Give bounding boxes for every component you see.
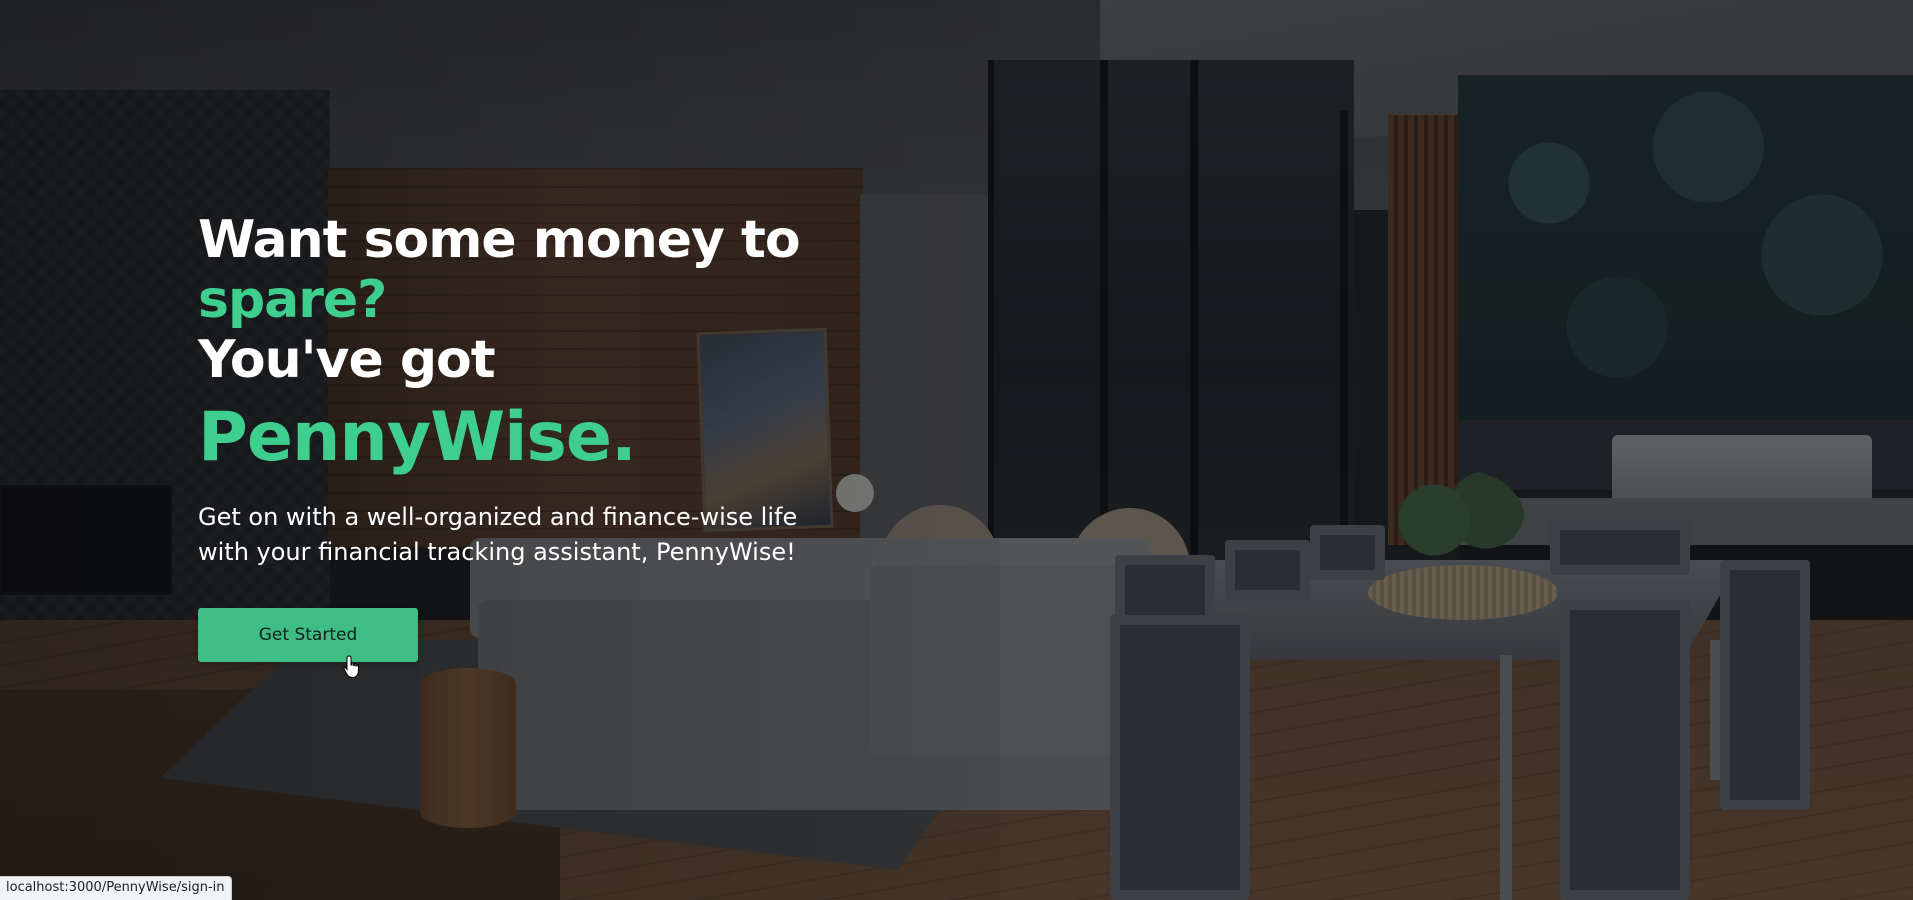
hand-pointer-icon xyxy=(343,655,359,679)
tagline-line2: with your financial tracking assistant, … xyxy=(198,538,796,566)
hero-headline: Want some money to spare? You've got xyxy=(198,210,1098,390)
headline-line1: Want some money to xyxy=(198,210,801,270)
browser-status-bar: localhost:3000/PennyWise/sign-in xyxy=(0,876,232,900)
hero-section: Want some money to spare? You've got Pen… xyxy=(198,210,1098,662)
headline-line3: You've got xyxy=(198,330,496,390)
tagline: Get on with a well-organized and finance… xyxy=(198,500,878,570)
tagline-line1: Get on with a well-organized and finance… xyxy=(198,503,798,531)
headline-accent: spare? xyxy=(198,270,387,330)
status-url: localhost:3000/PennyWise/sign-in xyxy=(6,880,225,895)
get-started-button[interactable]: Get Started xyxy=(198,608,418,662)
brand-name: PennyWise. xyxy=(198,398,637,477)
